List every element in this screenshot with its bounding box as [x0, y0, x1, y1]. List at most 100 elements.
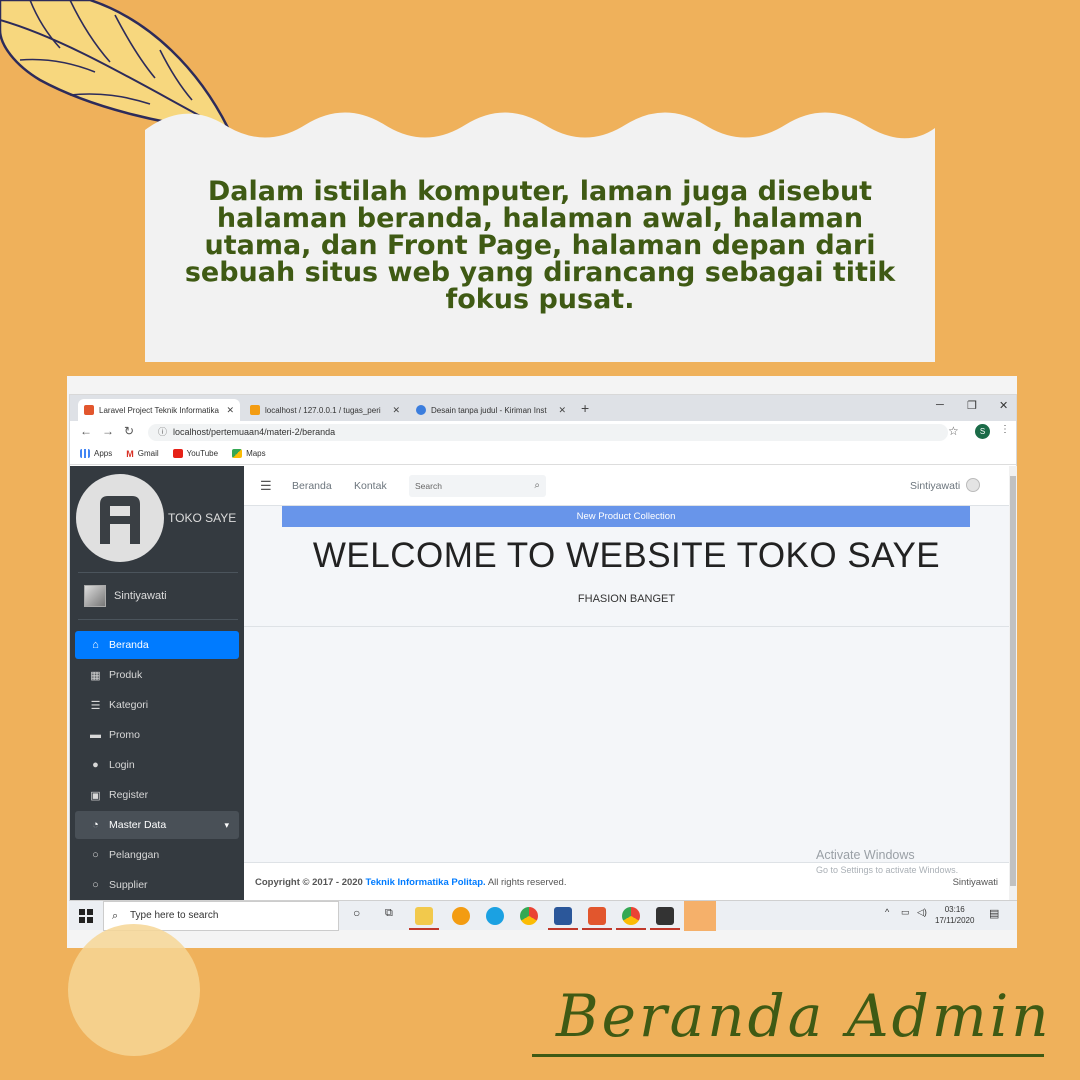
close-window-icon[interactable]: ✕ — [999, 399, 1008, 412]
nav-link-beranda[interactable]: Beranda — [292, 480, 332, 492]
brand-name[interactable]: TOKO SAYE — [168, 511, 236, 525]
sidebar-item-login[interactable]: ● Login — [75, 751, 239, 779]
footer-org-link[interactable]: Teknik Informatika Politap. — [366, 877, 486, 888]
url-input[interactable]: ⓘ localhost/pertemuaan4/materi-2/beranda — [148, 424, 948, 441]
tray-chevron-icon[interactable]: ^ — [885, 907, 889, 917]
tab-laravel[interactable]: Laravel Project Teknik Informatika ✕ — [78, 399, 240, 421]
circle-decoration — [68, 924, 200, 1056]
avatar — [84, 585, 106, 607]
sidebar-item-label: Login — [109, 759, 135, 771]
battery-icon[interactable]: ▭ — [901, 907, 910, 918]
sidebar-item-beranda[interactable]: ⌂ Beranda — [75, 631, 239, 659]
sidebar-divider — [78, 572, 238, 573]
bookmark-label: Apps — [94, 449, 113, 458]
laravel-favicon-icon — [84, 405, 94, 415]
new-tab-button[interactable]: + — [581, 400, 589, 416]
tagline: FHASION BANGET — [577, 593, 676, 605]
note-text: Dalam istilah komputer, laman juga diseb… — [184, 176, 896, 315]
apps-grid-icon — [80, 449, 90, 458]
restore-icon[interactable]: ❐ — [967, 399, 977, 412]
gauge-icon: ◔ — [92, 819, 99, 831]
navbar-user-name[interactable]: Sintiyawati — [910, 480, 960, 492]
info-icon: ⓘ — [158, 427, 168, 437]
xampp-icon[interactable] — [588, 907, 606, 925]
forward-icon[interactable]: → — [102, 424, 114, 438]
canva-favicon-icon — [416, 405, 426, 415]
quote-note: Dalam istilah komputer, laman juga diseb… — [145, 100, 935, 362]
footer-copyright: Copyright © 2017 - 2020 Teknik Informati… — [255, 877, 566, 888]
chrome-profile-icon[interactable] — [622, 907, 640, 925]
sidebar-item-master-data[interactable]: ◔ Master Data ▾ — [75, 811, 239, 839]
admin-app: TOKO SAYE Sintiyawati ⌂ Beranda ▦ Produk ☰… — [70, 466, 1017, 902]
sublime-text-icon[interactable] — [656, 907, 674, 925]
taskbar-clock[interactable]: 03:16 17/11/2020 — [935, 904, 974, 926]
close-tab-icon[interactable]: ✕ — [558, 405, 566, 416]
minimize-icon[interactable]: ─ — [936, 399, 944, 411]
logo-a-icon — [100, 496, 140, 544]
sidebar-item-kategori[interactable]: ☰ Kategori — [75, 691, 239, 719]
reload-icon[interactable]: ↻ — [124, 424, 134, 438]
sidebar-item-produk[interactable]: ▦ Produk — [75, 661, 239, 689]
bookmark-label: Maps — [246, 449, 266, 458]
caption: Beranda Admin — [532, 980, 1049, 1060]
tab-canva[interactable]: Desain tanpa judul - Kiriman Inst ✕ — [410, 399, 572, 421]
task-view-icon[interactable]: ⧉ — [385, 907, 393, 920]
more-menu-icon[interactable]: ⋮ — [1000, 424, 1010, 435]
snipping-tool-icon[interactable] — [684, 901, 716, 931]
activate-windows-title: Activate Windows — [816, 848, 915, 862]
tab-bar: Laravel Project Teknik Informatika ✕ loc… — [70, 395, 1016, 421]
brand-logo[interactable] — [76, 474, 164, 562]
profile-avatar[interactable]: S — [975, 424, 990, 439]
running-indicator — [616, 928, 646, 930]
running-indicator — [409, 928, 439, 930]
nav-link-kontak[interactable]: Kontak — [354, 480, 387, 492]
navbar-avatar[interactable] — [966, 478, 980, 492]
bookmark-maps[interactable]: Maps — [232, 449, 266, 458]
footer-user: Sintiyawati — [952, 877, 998, 888]
bookmark-label: YouTube — [186, 449, 219, 458]
clock-date: 17/11/2020 — [935, 916, 975, 925]
address-bar-row: ← → ↻ ⓘ localhost/pertemuaan4/materi-2/be… — [70, 421, 1016, 443]
bookmark-apps[interactable]: Apps — [80, 449, 112, 458]
scrollbar-thumb[interactable] — [1010, 476, 1016, 886]
url-text: localhost/pertemuaan4/materi-2/beranda — [173, 427, 336, 437]
firefox-icon[interactable] — [452, 907, 470, 925]
sidebar-menu: ⌂ Beranda ▦ Produk ☰ Kategori ▬ Promo ● Login… — [75, 631, 239, 901]
vertical-scrollbar[interactable] — [1009, 466, 1017, 902]
file-explorer-icon[interactable] — [415, 907, 433, 925]
sidebar-user-name: Sintiyawati — [114, 590, 167, 602]
bookmark-gmail[interactable]: M Gmail — [126, 449, 158, 459]
close-tab-icon[interactable]: ✕ — [226, 405, 234, 416]
close-tab-icon[interactable]: ✕ — [392, 405, 400, 416]
chrome-icon[interactable] — [520, 907, 538, 925]
search-input[interactable]: Search ⌕ — [409, 475, 546, 497]
sidebar-item-label: Kategori — [109, 699, 149, 711]
sidebar-item-promo[interactable]: ▬ Promo — [75, 721, 239, 749]
word-icon[interactable] — [554, 907, 572, 925]
list-icon: ☰ — [90, 699, 101, 712]
back-icon[interactable]: ← — [80, 424, 92, 438]
edge-icon[interactable] — [486, 907, 504, 925]
windows-start-icon[interactable] — [79, 909, 93, 923]
sidebar-user[interactable]: Sintiyawati — [84, 585, 167, 607]
sidebar-item-register[interactable]: ▣ Register — [75, 781, 239, 809]
id-card-icon: ▣ — [90, 789, 101, 802]
tab-label: Desain tanpa judul - Kiriman Inst — [431, 405, 547, 415]
sidebar-item-label: Promo — [109, 729, 140, 741]
notification-icon[interactable]: ▤ — [989, 907, 999, 920]
sidebar-item-supplier[interactable]: ○ Supplier — [75, 871, 239, 899]
tab-label: Laravel Project Teknik Informatika — [99, 405, 219, 415]
sidebar-item-label: Master Data — [109, 819, 167, 831]
bookmark-youtube[interactable]: YouTube — [172, 449, 219, 458]
sidebar-item-pelanggan[interactable]: ○ Pelanggan — [75, 841, 239, 869]
tab-phpmyadmin[interactable]: localhost / 127.0.0.1 / tugas_peri ✕ — [244, 399, 406, 421]
youtube-icon — [172, 449, 183, 458]
volume-icon[interactable]: ◁) — [917, 907, 927, 918]
running-indicator — [548, 928, 578, 930]
search-icon[interactable]: ⌕ — [534, 475, 540, 497]
hamburger-icon[interactable]: ☰ — [260, 478, 272, 494]
running-indicator — [582, 928, 612, 930]
bookmark-star-icon[interactable]: ☆ — [948, 424, 959, 438]
circle-icon: ○ — [92, 879, 99, 891]
cortana-icon[interactable]: ○ — [353, 906, 360, 920]
